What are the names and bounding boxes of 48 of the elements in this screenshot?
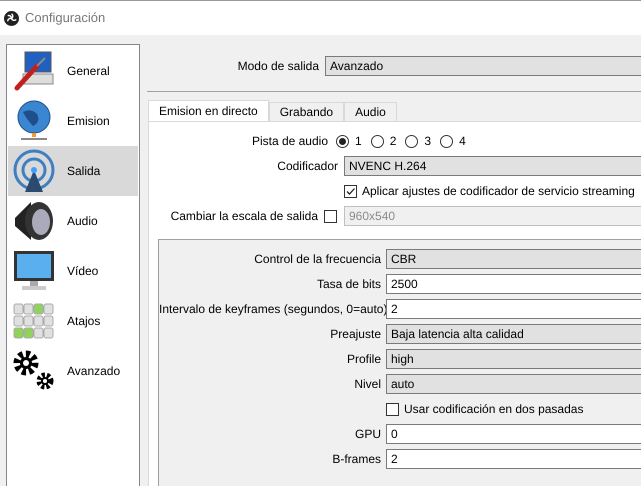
field-label: Pista de audio — [250, 133, 329, 150]
field-label: Nivel — [353, 376, 382, 393]
field-label: Tasa de bits — [316, 276, 382, 293]
sidebar-item[interactable]: Atajos — [8, 296, 138, 346]
dropdown[interactable]: high — [386, 349, 641, 369]
field-label: Codificador — [276, 158, 339, 175]
sidebar-item[interactable]: Vídeo — [8, 246, 138, 296]
checkbox-label: Usar codificación en dos pasadas — [404, 401, 584, 418]
radio-label: 3 — [424, 133, 432, 150]
field-label: Preajuste — [329, 326, 382, 343]
checkbox-label: Aplicar ajustes de codificador de servicio streaming — [362, 183, 635, 200]
app-logo-icon — [4, 10, 19, 26]
antenna-icon — [11, 148, 57, 194]
output-mode-dropdown[interactable]: Avanzado — [325, 56, 641, 76]
dropdown[interactable]: Baja latencia alta calidad — [386, 324, 641, 344]
radio-label: 4 — [459, 133, 466, 150]
field-label: Cambiar la escala de salida — [170, 208, 318, 225]
field-label: Modo de salida — [236, 58, 320, 75]
field-label: GPU — [354, 426, 382, 443]
field-label: Control de la frecuencia — [253, 251, 382, 268]
dropdown[interactable]: CBR — [386, 249, 641, 269]
checkbox[interactable] — [386, 402, 399, 416]
radio-label: 1 — [355, 133, 362, 150]
tab[interactable]: Audio — [344, 102, 397, 121]
sidebar-item[interactable]: Avanzado — [8, 346, 138, 396]
radio-button[interactable] — [440, 134, 454, 148]
input-field[interactable]: 2500 — [386, 274, 641, 294]
tab[interactable]: Emision en directo — [148, 100, 269, 121]
input-field[interactable]: 2 — [386, 449, 641, 469]
sidebar-item[interactable]: Salida — [8, 146, 138, 196]
window-title: Configuración — [25, 9, 106, 28]
checkbox[interactable] — [324, 210, 337, 222]
sidebar-item[interactable]: General — [8, 46, 138, 96]
radio-button[interactable] — [370, 134, 384, 148]
radio-label: 2 — [390, 133, 396, 150]
tab[interactable]: Grabando — [268, 102, 344, 121]
checkbox[interactable] — [344, 184, 357, 198]
field-label: Profile — [346, 351, 382, 368]
dropdown[interactable]: auto — [386, 374, 641, 394]
field-label: Intervalo de keyframes (segundos, 0=auto) — [159, 301, 386, 318]
sidebar-item[interactable]: Emision — [8, 96, 138, 146]
sidebar-item[interactable]: Audio — [8, 196, 138, 246]
encoder-dropdown[interactable]: NVENC H.264 — [344, 156, 641, 176]
radio-button[interactable] — [405, 134, 418, 148]
input-field[interactable]: 2 — [386, 299, 641, 319]
field-label: B-frames — [331, 451, 382, 468]
input-field[interactable]: 0 — [386, 424, 641, 444]
radio-button[interactable] — [336, 134, 349, 148]
